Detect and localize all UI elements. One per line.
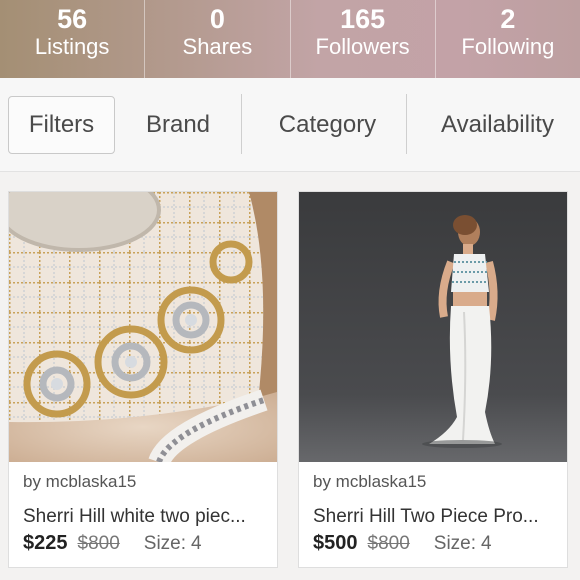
listing-size-value: 4 (481, 533, 492, 554)
filters-button[interactable]: Filters (8, 96, 115, 154)
listing-price: $500 (313, 532, 358, 554)
listing-seller[interactable]: by mcblaska15 (313, 472, 426, 492)
stat-listings-label: Listings (34, 34, 110, 59)
listing-price: $225 (23, 532, 68, 554)
filter-bar: Filters Brand Category Availability (0, 78, 580, 172)
availability-filter[interactable]: Availability (415, 96, 580, 154)
profile-stats-bar: 56 Listings 0 Shares 165 Followers 2 Fol… (0, 0, 580, 78)
stat-shares[interactable]: 0 Shares (145, 0, 291, 78)
listing-seller[interactable]: by mcblaska15 (23, 472, 136, 492)
stat-followers[interactable]: 165 Followers (291, 0, 436, 78)
category-filter[interactable]: Category (250, 96, 405, 154)
stat-following-label: Following (461, 34, 555, 59)
brand-filter[interactable]: Brand (123, 96, 233, 154)
stat-listings-count: 56 (57, 4, 88, 34)
listing-title[interactable]: Sherri Hill Two Piece Pro... (313, 506, 559, 528)
stat-following-count: 2 (500, 4, 516, 34)
listing-title[interactable]: Sherri Hill white two piec... (23, 506, 269, 528)
listing-original-price: $800 (77, 533, 120, 554)
listing-card[interactable]: by mcblaska15 Sherri Hill Two Piece Pro.… (298, 191, 568, 568)
stat-followers-count: 165 (340, 4, 386, 34)
listing-size-label: Size: (143, 533, 187, 554)
listing-price-row: $225 $800 Size: 4 (23, 532, 202, 555)
listing-price-row: $500 $800 Size: 4 (313, 532, 492, 555)
stat-shares-count: 0 (209, 4, 225, 34)
filter-divider (406, 94, 407, 154)
stat-shares-label: Shares (182, 34, 253, 59)
stat-followers-label: Followers (315, 34, 410, 59)
stat-following[interactable]: 2 Following (436, 0, 580, 78)
listing-size-value: 4 (191, 533, 202, 554)
listing-original-price: $800 (367, 533, 410, 554)
stat-listings[interactable]: 56 Listings (0, 0, 146, 78)
model-gown-image (299, 192, 567, 462)
beaded-top-image (9, 192, 277, 462)
filter-divider (241, 94, 242, 154)
listing-size-label: Size: (433, 533, 477, 554)
listing-image-beaded-top[interactable] (9, 192, 277, 462)
listing-card[interactable]: by mcblaska15 Sherri Hill white two piec… (8, 191, 278, 568)
listing-image-model-gown[interactable] (299, 192, 567, 462)
